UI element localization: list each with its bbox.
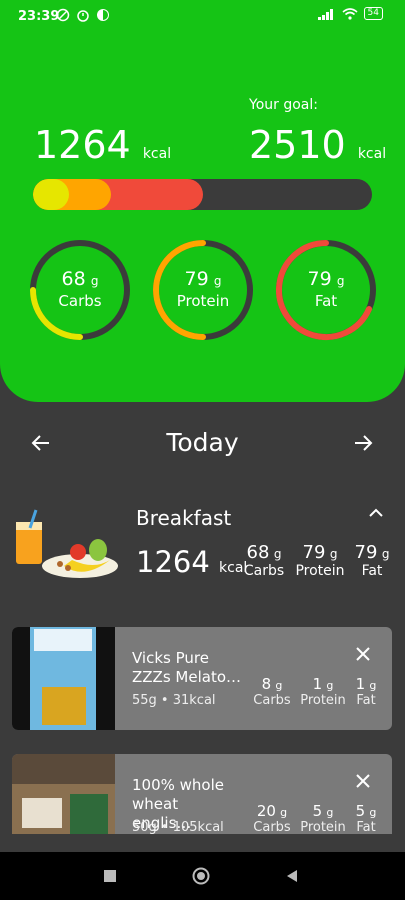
home-icon[interactable] (192, 867, 210, 885)
carbs-unit: g (90, 274, 99, 288)
meal-fat-label: Fat (361, 563, 383, 579)
entry-carbs-unit: g (280, 806, 288, 819)
entry-protein-label: Protein (300, 693, 346, 708)
meal-fat-unit: g (381, 547, 390, 561)
arrow-left-icon (31, 435, 49, 451)
carbs-ring-text: 68 g Carbs (28, 268, 132, 310)
status-bar: 23:39 54 (0, 0, 405, 30)
entry-carbs-label: Carbs (253, 693, 291, 708)
system-navigation-bar (0, 852, 405, 900)
status-time: 23:39 (18, 9, 60, 24)
previous-day-button[interactable] (30, 432, 52, 460)
goal-calories: 2510 kcal (249, 123, 386, 167)
entry-fat-value: 1 (355, 675, 366, 693)
recents-icon[interactable] (103, 869, 117, 883)
fat-ring: 79 g Fat (274, 238, 378, 342)
back-icon[interactable] (285, 869, 299, 883)
meal-fat-value: 79 (354, 542, 378, 563)
protein-ring: 79 g Protein (151, 238, 255, 342)
app-notification-icon (97, 9, 109, 21)
protein-value: 79 (184, 268, 209, 290)
carbs-label: Carbs (58, 292, 102, 310)
meal-protein-value: 79 (302, 542, 326, 563)
meal-carbs-label: Carbs (243, 563, 285, 579)
calorie-progress-bar (33, 179, 372, 210)
food-thumbnail (12, 754, 115, 834)
entry-fat-unit: g (369, 806, 377, 819)
meal-fat: 79 g Fat (350, 542, 394, 579)
consumed-unit: kcal (142, 146, 172, 162)
entry-fat-label: Fat (356, 820, 376, 834)
close-icon (356, 647, 370, 661)
entry-protein-unit: g (326, 679, 334, 692)
next-day-button[interactable] (352, 432, 374, 460)
entry-fat: 5 g Fat (350, 802, 382, 834)
breakfast-illustration (16, 509, 118, 578)
entry-carbs: 20 g Carbs (248, 802, 296, 834)
meal-kcal-value: 1264 (136, 545, 210, 579)
entry-fat-value: 5 (355, 802, 366, 820)
arrow-right-icon (355, 435, 373, 451)
entry-fat: 1 g Fat (350, 675, 382, 708)
status-right: 54 (317, 7, 383, 20)
progress-carbs-segment (33, 179, 69, 210)
entry-fat-label: Fat (356, 693, 376, 708)
consumed-calories: 1264 kcal (34, 123, 171, 167)
do-not-disturb-icon (56, 8, 70, 22)
wifi-icon (342, 7, 358, 20)
entry-protein-value: 5 (312, 802, 323, 820)
goal-label: Your goal: (249, 97, 318, 113)
carbs-value: 68 (61, 268, 86, 290)
remove-entry-button[interactable] (354, 772, 372, 794)
entry-protein: 1 g Protein (296, 675, 350, 708)
fat-label: Fat (314, 292, 338, 310)
goal-value: 2510 (249, 123, 346, 167)
meal-title: Breakfast (136, 506, 232, 530)
food-serving: 55g • 31kcal (132, 693, 216, 708)
status-icons (56, 8, 110, 22)
entry-carbs-unit: g (275, 679, 283, 692)
entry-protein: 5 g Protein (296, 802, 350, 834)
protein-label: Protein (176, 292, 230, 310)
battery-icon: 54 (363, 7, 383, 20)
protein-ring-text: 79 g Protein (151, 268, 255, 310)
fat-value: 79 (307, 268, 332, 290)
close-icon (356, 774, 370, 788)
entry-carbs: 8 g Carbs (248, 675, 296, 708)
carbs-ring: 68 g Carbs (28, 238, 132, 342)
entry-carbs-label: Carbs (253, 820, 291, 834)
entry-carbs-value: 20 (256, 802, 276, 820)
food-thumbnail (12, 627, 115, 730)
goal-unit: kcal (357, 146, 387, 162)
entry-carbs-value: 8 (261, 675, 272, 693)
food-name: Vicks Pure ZZZs Melato… (132, 649, 241, 686)
entry-protein-label: Protein (300, 820, 346, 834)
fat-ring-text: 79 g Fat (274, 268, 378, 310)
meal-protein-label: Protein (295, 563, 345, 579)
meal-carbs: 68 g Carbs (241, 542, 287, 579)
signal-icon (317, 8, 333, 20)
entry-protein-unit: g (326, 806, 334, 819)
meal-protein-unit: g (329, 547, 338, 561)
food-entry-card[interactable]: 100% whole wheat englis… 50g • 105kcal 2… (12, 754, 392, 834)
meal-calories: 1264 kcal (136, 545, 247, 579)
food-serving: 50g • 105kcal (132, 820, 224, 834)
remove-entry-button[interactable] (354, 645, 372, 667)
meal-protein: 79 g Protein (291, 542, 349, 579)
fat-unit: g (336, 274, 345, 288)
day-title: Today (166, 428, 239, 457)
alarm-icon (77, 10, 89, 22)
protein-unit: g (213, 274, 222, 288)
food-entry-card[interactable]: Vicks Pure ZZZs Melato… 55g • 31kcal 8 g… (12, 627, 392, 730)
collapse-meal-button[interactable] (367, 505, 385, 524)
meal-carbs-value: 68 (246, 542, 270, 563)
consumed-value: 1264 (34, 123, 131, 167)
chevron-up-icon (369, 508, 383, 517)
summary-panel: 1264 kcal Your goal: 2510 kcal 68 g Carb… (0, 30, 405, 402)
entry-protein-value: 1 (312, 675, 323, 693)
entry-fat-unit: g (369, 679, 377, 692)
meal-carbs-unit: g (273, 547, 282, 561)
